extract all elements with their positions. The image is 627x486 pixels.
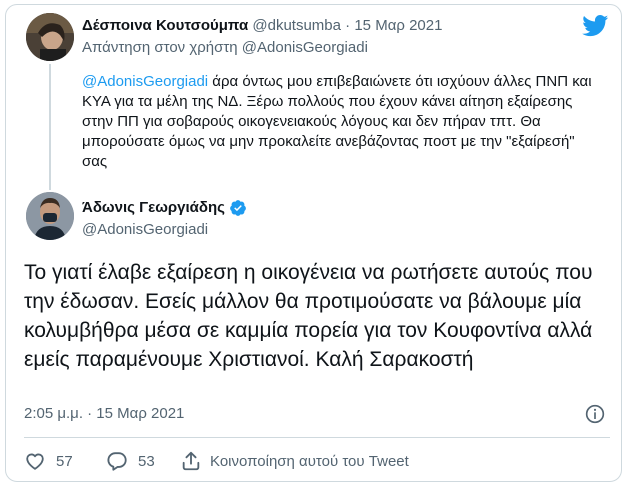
reply-tweet-text: @AdonisGeorgiadi άρα όντως μου επιβεβαιώ… bbox=[82, 72, 602, 172]
like-count: 57 bbox=[56, 452, 73, 470]
replying-to-prefix: Απάντηση στον χρήστη bbox=[82, 39, 238, 56]
twitter-logo-icon[interactable] bbox=[582, 15, 609, 37]
comment-icon bbox=[107, 452, 127, 471]
main-author-handle[interactable]: @AdonisGeorgiadi bbox=[82, 220, 208, 240]
main-author-name-row: Άδωνις Γεωργιάδης bbox=[82, 198, 247, 218]
reply-count: 53 bbox=[138, 452, 155, 470]
reply-button[interactable]: 53 bbox=[106, 450, 180, 472]
heart-icon bbox=[26, 453, 44, 470]
replying-to-line: Απάντηση στον χρήστη @AdonisGeorgiadi bbox=[82, 38, 368, 58]
reply-header: Δέσποινα Κουτσούμπα @dkutsumba · 15 Μαρ … bbox=[82, 16, 442, 36]
actions-divider bbox=[24, 437, 610, 438]
reply-text-mention[interactable]: @AdonisGeorgiadi bbox=[82, 73, 208, 90]
replying-to-handle[interactable]: @AdonisGeorgiadi bbox=[242, 39, 368, 56]
info-icon[interactable] bbox=[585, 404, 605, 424]
share-button[interactable]: Κοινοποίηση αυτού του Tweet bbox=[180, 450, 409, 472]
thread-connector-line bbox=[49, 64, 51, 190]
like-button[interactable]: 57 bbox=[24, 450, 106, 472]
reply-author-avatar[interactable] bbox=[26, 13, 74, 61]
tweet-actions-bar: 57 53 Κοινοποίηση αυτού του Tweet bbox=[24, 450, 409, 472]
share-label: Κοινοποίηση αυτού του Tweet bbox=[210, 452, 409, 470]
main-author-avatar[interactable] bbox=[26, 192, 74, 240]
main-tweet-text: Το γιατί έλαβε εξαίρεση η οικογένεια να … bbox=[24, 261, 593, 371]
share-icon bbox=[182, 451, 200, 471]
reply-author-handle[interactable]: @dkutsumba bbox=[252, 17, 341, 34]
reply-author-name[interactable]: Δέσποινα Κουτσούμπα bbox=[82, 17, 248, 34]
tweet-timestamp[interactable]: 2:05 μ.μ. · 15 Μαρ 2021 bbox=[24, 404, 184, 424]
verified-badge-icon bbox=[230, 200, 246, 216]
main-author-name[interactable]: Άδωνις Γεωργιάδης bbox=[82, 198, 225, 218]
reply-date[interactable]: 15 Μαρ 2021 bbox=[354, 17, 442, 34]
header-separator: · bbox=[345, 17, 351, 34]
